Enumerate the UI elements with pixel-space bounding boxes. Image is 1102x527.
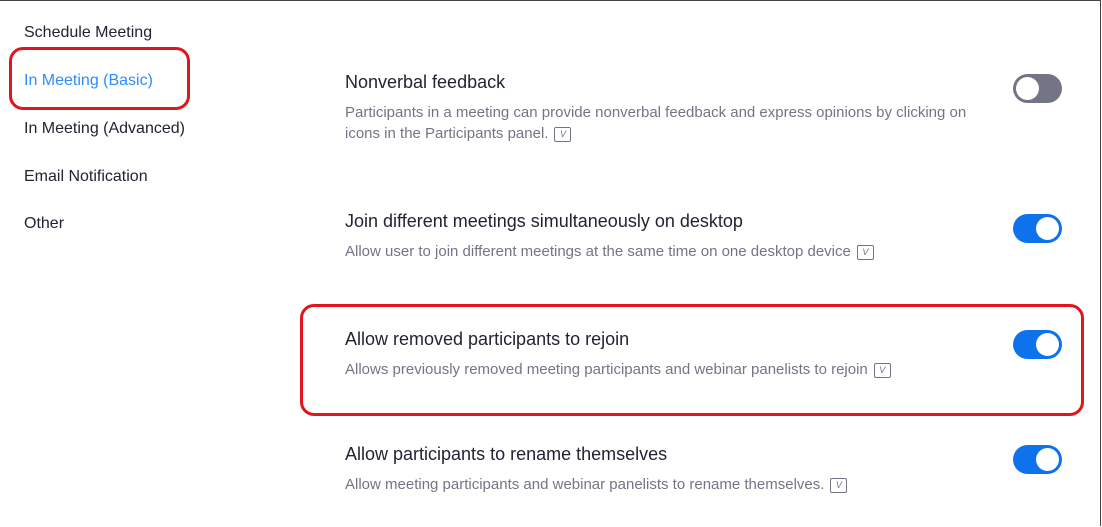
setting-description: Allow user to join different meetings at… [345,241,985,262]
v-icon[interactable]: V [856,244,874,260]
sidebar-item-schedule-meeting[interactable]: Schedule Meeting [24,24,152,42]
sidebar-item-in-meeting-advanced[interactable]: In Meeting (Advanced) [24,120,185,138]
setting-rename-themselves: Allow participants to rename themselves … [345,443,985,495]
join-different-meetings-toggle[interactable] [1013,214,1062,243]
setting-description: Participants in a meeting can provide no… [345,104,967,142]
setting-allow-removed-rejoin: Allow removed participants to rejoin All… [345,328,985,380]
toggle-knob [1016,77,1039,100]
sidebar-item-email-notification[interactable]: Email Notification [24,168,148,186]
setting-description: Allows previously removed meeting partic… [345,359,985,380]
setting-title: Allow participants to rename themselves [345,444,668,464]
sidebar-item-other[interactable]: Other [24,215,64,233]
v-icon[interactable]: V [554,126,572,142]
setting-nonverbal-feedback: Nonverbal feedback Participants in a mee… [345,71,985,144]
setting-description: Allow meeting participants and webinar p… [345,474,985,495]
v-icon[interactable]: V [873,362,891,378]
nonverbal-feedback-toggle[interactable] [1013,74,1062,103]
toggle-knob [1036,333,1059,356]
setting-title: Allow removed participants to rejoin [345,329,630,349]
allow-removed-rejoin-toggle[interactable] [1013,330,1062,359]
v-icon[interactable]: V [830,477,848,493]
setting-title: Nonverbal feedback [345,72,506,92]
rename-themselves-toggle[interactable] [1013,445,1062,474]
setting-join-different-meetings: Join different meetings simultaneously o… [345,210,985,262]
setting-title: Join different meetings simultaneously o… [345,211,743,231]
sidebar-item-in-meeting-basic[interactable]: In Meeting (Basic) [24,72,153,90]
toggle-knob [1036,217,1059,240]
toggle-knob [1036,448,1059,471]
